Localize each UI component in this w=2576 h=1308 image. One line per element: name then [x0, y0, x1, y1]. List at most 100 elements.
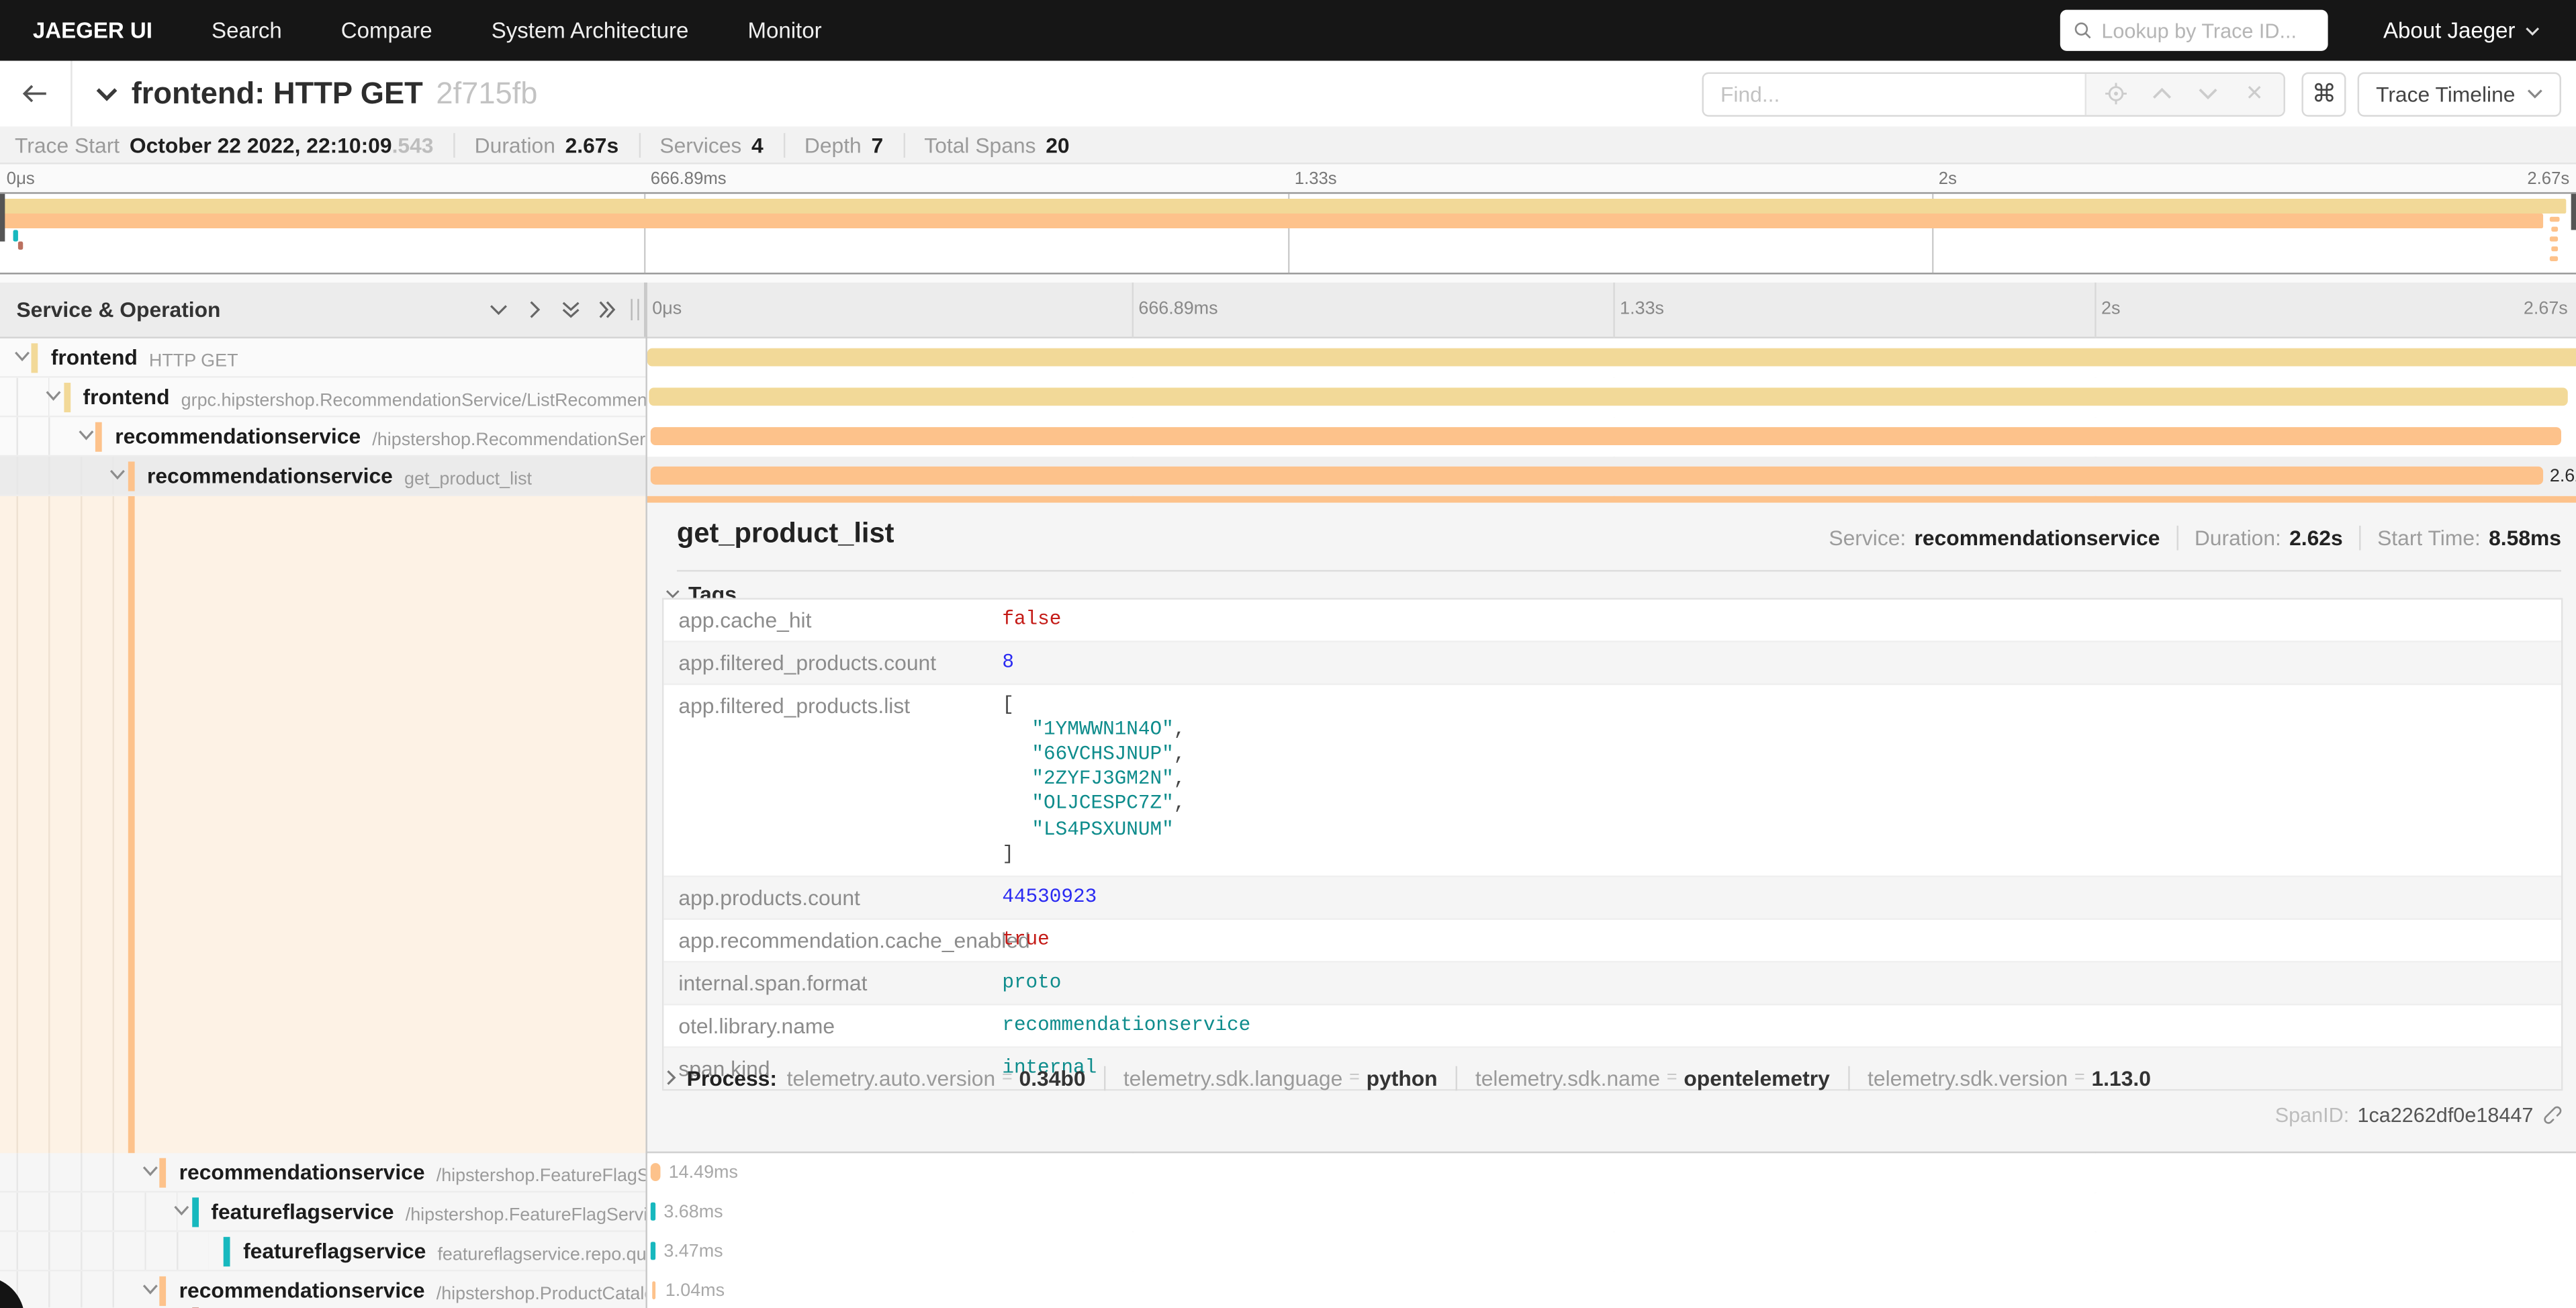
tag-key: app.products.count	[663, 877, 1002, 918]
span-row-frontend-http-get[interactable]: frontendHTTP GET	[0, 338, 2576, 377]
column-resize-handle[interactable]	[631, 299, 639, 320]
trace-lookup-input[interactable]	[2101, 19, 2314, 42]
nav-item-system-architecture[interactable]: System Architecture	[492, 18, 689, 43]
span-bar[interactable]	[649, 387, 2567, 405]
span-name-cell[interactable]: recommendationservice/hipstershop.Produc…	[0, 1272, 645, 1308]
span-timeline-cell[interactable]	[645, 416, 2576, 456]
span-row-featureflag-parent[interactable]: recommendationservice/hipstershop.Featur…	[0, 1153, 2576, 1193]
keyboard-shortcuts-button[interactable]: ⌘	[2302, 71, 2346, 115]
chevron-down-icon[interactable]	[140, 1165, 158, 1178]
span-name-cell[interactable]: frontendHTTP GET	[0, 338, 645, 377]
span-detail-accent-column	[0, 496, 645, 1154]
tag-row[interactable]: otel.library.name recommendationservice	[663, 1005, 2561, 1048]
span-name-cell[interactable]: featureflagservice/hipstershop.FeatureFl…	[0, 1193, 645, 1232]
span-name-cell[interactable]: recommendationserviceget_product_list	[0, 456, 645, 496]
span-service: recommendationservice	[179, 1160, 425, 1184]
trace-lookup-box	[2060, 10, 2328, 51]
focus-match-button[interactable]	[2097, 75, 2136, 112]
clear-find-button[interactable]: ✕	[2235, 75, 2274, 112]
minimap-span-bar	[3, 199, 2566, 214]
span-bar[interactable]	[647, 347, 2576, 365]
span-bar[interactable]	[651, 1163, 661, 1181]
span-timeline-cell[interactable]: 3.47ms	[645, 1232, 2576, 1272]
span-row-featureflag-repo-query[interactable]: featureflagservicefeatureflagservice.rep…	[0, 1232, 2576, 1272]
chevron-up-icon	[2152, 87, 2172, 101]
span-timeline-cell[interactable]: 1.04ms	[645, 1272, 2576, 1308]
span-row-featureflag-get[interactable]: featureflagservice/hipstershop.FeatureFl…	[0, 1193, 2576, 1232]
minimap-span-bar	[2551, 246, 2558, 251]
minimap-left-drag-handle[interactable]	[0, 194, 5, 242]
chevron-down-icon[interactable]	[140, 1283, 158, 1297]
trace-view-selector[interactable]: Trace Timeline	[2358, 71, 2561, 115]
span-row-frontend-grpc[interactable]: frontendgrpc.hipstershop.RecommendationS…	[0, 377, 2576, 416]
span-bar[interactable]	[651, 1281, 655, 1299]
tag-value: false	[1002, 599, 1061, 640]
nav-item-search[interactable]: Search	[212, 18, 282, 43]
link-icon[interactable]	[2542, 1104, 2563, 1125]
nav-item-compare[interactable]: Compare	[341, 18, 432, 43]
expand-one-icon[interactable]	[524, 299, 545, 320]
span-name-cell[interactable]: frontendgrpc.hipstershop.RecommendationS…	[0, 377, 645, 416]
indent-guides	[16, 1193, 177, 1230]
span-bar[interactable]	[650, 426, 2561, 445]
span-service: featureflagservice	[211, 1199, 394, 1224]
span-row-productcatalog[interactable]: recommendationservice/hipstershop.Produc…	[0, 1272, 2576, 1308]
span-row-get-product-list[interactable]: recommendationserviceget_product_list 2.…	[0, 456, 2576, 496]
json-close-bracket: ]	[1002, 842, 1185, 867]
span-color-bar	[159, 1158, 166, 1188]
tag-key: app.filtered_products.count	[663, 641, 1002, 682]
back-button[interactable]	[0, 61, 73, 127]
minimap-canvas[interactable]	[0, 192, 2576, 274]
span-service: frontend	[83, 383, 170, 408]
indent-guides	[16, 1272, 144, 1308]
tag-row[interactable]: internal.span.format proto	[663, 962, 2561, 1005]
chevron-down-icon[interactable]	[77, 428, 95, 441]
trace-view-label: Trace Timeline	[2376, 81, 2515, 106]
about-jaeger-menu[interactable]: About Jaeger	[2383, 18, 2540, 43]
tag-row[interactable]: app.filtered_products.count 8	[663, 641, 2561, 684]
span-timeline-cell[interactable]: 14.49ms	[645, 1153, 2576, 1193]
process-tag: telemetry.sdk.language=python	[1103, 1066, 1437, 1090]
minimap-right-drag-handle[interactable]	[2571, 194, 2576, 230]
span-timeline-cell[interactable]	[645, 338, 2576, 377]
trace-header: frontend: HTTP GET 2f715fb ✕ ⌘ Trace Tim…	[0, 61, 2576, 127]
find-input[interactable]	[1704, 73, 2085, 114]
span-operation: /hipstershop.RecommendationService/Lis..…	[372, 430, 645, 449]
tick-label: 2.67s	[2524, 299, 2568, 318]
span-color-bar	[128, 461, 134, 490]
chevron-down-icon	[2527, 89, 2543, 99]
chevron-down-icon[interactable]	[173, 1204, 191, 1217]
span-bar[interactable]	[651, 466, 2543, 484]
prev-match-button[interactable]	[2143, 75, 2182, 112]
expand-all-icon[interactable]	[596, 299, 618, 320]
span-timeline-cell[interactable]	[645, 377, 2576, 416]
tag-row[interactable]: app.recommendation.cache_enabled true	[663, 920, 2561, 963]
chevron-down-icon[interactable]	[13, 349, 32, 363]
tag-row[interactable]: app.cache_hit false	[663, 599, 2561, 642]
span-bar[interactable]	[651, 1242, 655, 1260]
span-color-bar	[95, 422, 102, 451]
tag-row[interactable]: app.products.count 44530923	[663, 877, 2561, 920]
chevron-down-icon[interactable]	[44, 389, 62, 402]
find-group: ✕	[1702, 71, 2285, 115]
tag-key: app.cache_hit	[663, 599, 1002, 640]
collapse-one-icon[interactable]	[488, 299, 510, 320]
span-timeline-cell[interactable]: 2.62s	[645, 456, 2576, 496]
app-logo[interactable]: JAEGER UI	[33, 18, 152, 43]
span-name-cell[interactable]: recommendationservice/hipstershop.Featur…	[0, 1153, 645, 1193]
jaeger-trace-page: JAEGER UI Search Compare System Architec…	[0, 0, 2576, 1308]
span-row-recommendation-list[interactable]: recommendationservice/hipstershop.Recomm…	[0, 416, 2576, 456]
process-section[interactable]: Process: telemetry.auto.version=0.34b0 t…	[665, 1066, 2151, 1090]
span-name-cell[interactable]: recommendationservice/hipstershop.Recomm…	[0, 416, 645, 456]
collapse-trace-chevron[interactable]	[95, 86, 118, 101]
next-match-button[interactable]	[2189, 75, 2228, 112]
collapse-all-icon[interactable]	[560, 299, 582, 320]
chevron-down-icon	[2525, 26, 2540, 36]
span-bar[interactable]	[651, 1203, 655, 1221]
tags-table: app.cache_hit false app.filtered_product…	[662, 597, 2563, 1090]
nav-item-monitor[interactable]: Monitor	[747, 18, 821, 43]
span-timeline-cell[interactable]: 3.68ms	[645, 1193, 2576, 1232]
chevron-down-icon[interactable]	[108, 467, 126, 481]
span-name-cell[interactable]: featureflagservicefeatureflagservice.rep…	[0, 1232, 645, 1272]
tag-row[interactable]: app.filtered_products.list [ 1YMWWN1N4O …	[663, 684, 2561, 877]
